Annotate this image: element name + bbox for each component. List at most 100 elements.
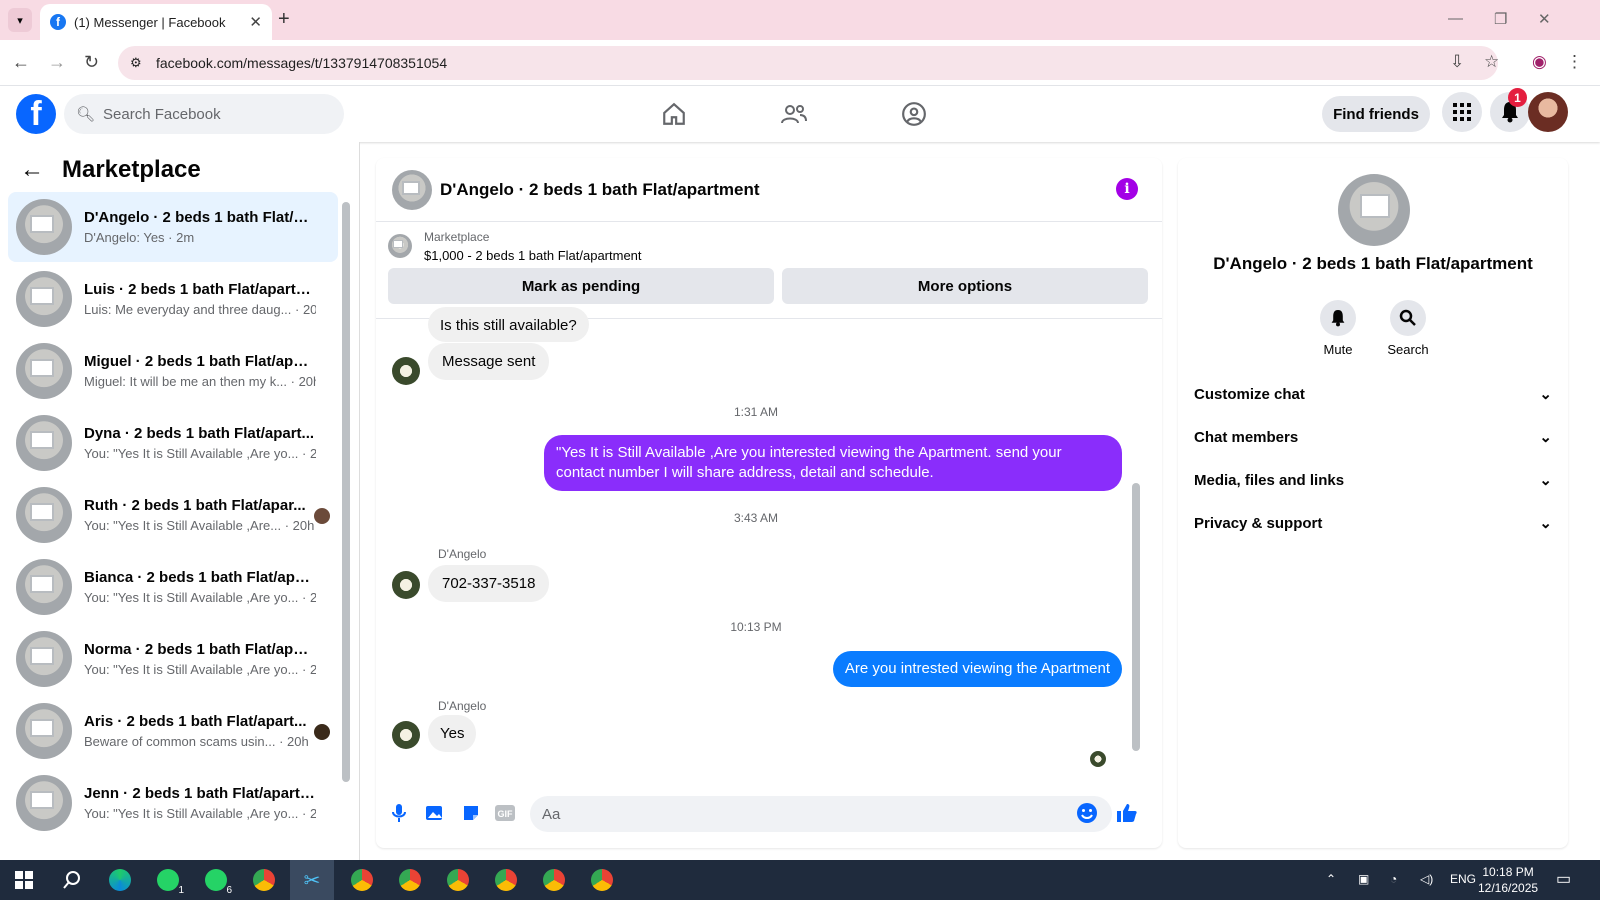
- microphone-icon[interactable]: [388, 802, 410, 824]
- conversation-item[interactable]: Bianca · 2 beds 1 bath Flat/apart... You:…: [8, 552, 338, 622]
- conversation-preview: You: "Yes It is Still Available ,Are yo.…: [84, 590, 316, 605]
- chrome-icon[interactable]: [540, 866, 568, 894]
- system-clock[interactable]: 10:18 PM 12/16/2025: [1478, 864, 1538, 896]
- facebook-logo[interactable]: f: [16, 94, 56, 134]
- profile-icon[interactable]: ◉: [1532, 52, 1547, 72]
- conversation-item[interactable]: Dyna · 2 beds 1 bath Flat/apart... You: "…: [8, 408, 338, 478]
- forward-icon[interactable]: →: [48, 52, 66, 73]
- listing-thumbnail: [16, 703, 72, 759]
- chrome-icon[interactable]: [492, 866, 520, 894]
- menu-kebab-icon[interactable]: ⋮: [1566, 52, 1583, 72]
- scrollbar[interactable]: [1132, 483, 1140, 751]
- minimize-icon[interactable]: —: [1448, 10, 1463, 27]
- marketplace-conversations-panel: ← Marketplace D'Angelo · 2 beds 1 bath F…: [0, 142, 360, 860]
- mute-button[interactable]: Mute: [1308, 300, 1368, 357]
- chrome-icon[interactable]: [588, 866, 616, 894]
- back-arrow-icon[interactable]: ←: [20, 156, 44, 184]
- chrome-icon[interactable]: [444, 866, 472, 894]
- info-icon[interactable]: i: [1116, 178, 1138, 200]
- url-field[interactable]: ⚙ facebook.com/messages/t/13379147083510…: [118, 46, 1498, 80]
- conversation-item[interactable]: Ruth · 2 beds 1 bath Flat/apar... You: "Y…: [8, 480, 338, 550]
- search-input[interactable]: 🔍︎ Search Facebook: [64, 94, 344, 134]
- listing-thumbnail[interactable]: [392, 169, 432, 210]
- install-app-icon[interactable]: ⇩: [1450, 52, 1464, 72]
- windows-start-icon[interactable]: [10, 866, 38, 894]
- conversation-name: Ruth · 2 beds 1 bath Flat/apar...: [84, 497, 306, 514]
- seen-avatar: [314, 724, 330, 740]
- chat-members-row[interactable]: Chat members ⌄: [1194, 417, 1552, 457]
- home-icon[interactable]: [656, 96, 692, 132]
- wifi-icon[interactable]: ◔: [1390, 872, 1397, 886]
- meet-now-icon[interactable]: ▣: [1358, 872, 1369, 886]
- gif-icon[interactable]: GIF: [494, 802, 516, 824]
- message-list: Is this still available? Message sent 1:…: [376, 307, 1162, 778]
- privacy-support-row[interactable]: Privacy & support ⌄: [1194, 503, 1552, 543]
- listing-price[interactable]: $1,000 - 2 beds 1 bath Flat/apartment: [424, 248, 642, 263]
- customize-chat-row[interactable]: Customize chat ⌄: [1194, 374, 1552, 414]
- bookmark-star-icon[interactable]: ☆: [1484, 52, 1499, 72]
- sender-name: D'Angelo: [438, 547, 487, 561]
- whatsapp-icon[interactable]: 6: [202, 866, 232, 896]
- search-conversation-button[interactable]: Search: [1378, 300, 1438, 357]
- listing-thumbnail: [16, 271, 72, 327]
- scrollbar[interactable]: [342, 202, 350, 782]
- new-tab-icon[interactable]: +: [278, 8, 290, 31]
- search-icon[interactable]: [58, 866, 86, 894]
- back-icon[interactable]: ←: [12, 52, 30, 73]
- message-bubble: Yes: [428, 715, 477, 752]
- chrome-icon[interactable]: [348, 866, 376, 894]
- message-input[interactable]: Aa: [530, 796, 1112, 832]
- groups-icon[interactable]: [896, 96, 932, 132]
- chevron-down-icon: ⌄: [1539, 429, 1552, 446]
- search-label: Search: [1387, 342, 1429, 357]
- friends-icon[interactable]: [776, 96, 812, 132]
- reload-icon[interactable]: ↻: [84, 52, 99, 73]
- seen-avatar: [314, 508, 330, 524]
- more-options-button[interactable]: More options: [782, 268, 1148, 304]
- sender-avatar: [392, 721, 420, 749]
- chrome-icon[interactable]: [396, 866, 424, 894]
- conversation-item[interactable]: Norma · 2 beds 1 bath Flat/apart... You: …: [8, 624, 338, 694]
- emoji-icon[interactable]: [1076, 802, 1098, 824]
- conversation-preview: You: "Yes It is Still Available ,Are yo.…: [84, 446, 316, 461]
- close-tab-icon[interactable]: ✕: [249, 13, 262, 31]
- row-label: Privacy & support: [1194, 514, 1323, 532]
- row-label: Chat members: [1194, 428, 1299, 446]
- site-info-icon[interactable]: ⚙: [130, 55, 142, 71]
- media-files-links-row[interactable]: Media, files and links ⌄: [1194, 460, 1552, 500]
- search-icon: 🔍︎: [76, 106, 96, 123]
- close-window-icon[interactable]: ✕: [1538, 10, 1551, 28]
- notification-center-icon[interactable]: ▭: [1556, 869, 1571, 889]
- chevron-down-icon: ⌄: [1539, 515, 1552, 532]
- conversation-item[interactable]: D'Angelo · 2 beds 1 bath Flat/ap... D'Ang…: [8, 192, 338, 262]
- whatsapp-icon[interactable]: 1: [154, 866, 184, 896]
- conversation-item[interactable]: Miguel · 2 beds 1 bath Flat/apart... Migu…: [8, 336, 338, 406]
- snipping-tool-icon[interactable]: ✂: [290, 860, 334, 900]
- tab-search-icon[interactable]: ▾: [8, 8, 32, 32]
- avatar[interactable]: [1528, 92, 1568, 132]
- chrome-icon[interactable]: [250, 866, 278, 894]
- find-friends-button[interactable]: Find friends: [1322, 96, 1430, 132]
- conversation-item[interactable]: Aris · 2 beds 1 bath Flat/apart... Beware…: [8, 696, 338, 766]
- browser-tab[interactable]: f (1) Messenger | Facebook ✕: [40, 4, 272, 40]
- like-thumbs-up-icon[interactable]: [1116, 802, 1138, 824]
- sticker-icon[interactable]: [460, 802, 482, 824]
- show-hidden-icons-icon[interactable]: ⌃: [1326, 872, 1336, 886]
- volume-icon[interactable]: ◁): [1420, 872, 1433, 886]
- message-bubble-outgoing: "Yes It is Still Available ,Are you inte…: [544, 435, 1122, 491]
- language-indicator[interactable]: ENG: [1450, 872, 1476, 886]
- edge-browser-icon[interactable]: [106, 866, 134, 894]
- conversation-name: Norma · 2 beds 1 bath Flat/apart...: [84, 641, 316, 658]
- mark-as-pending-button[interactable]: Mark as pending: [388, 268, 774, 304]
- restore-icon[interactable]: ❐: [1494, 10, 1507, 28]
- conversation-item[interactable]: Jenn · 2 beds 1 bath Flat/apartm... You: …: [8, 768, 338, 838]
- photo-icon[interactable]: [424, 802, 446, 824]
- conversation-item[interactable]: Luis · 2 beds 1 bath Flat/apartme... Luis…: [8, 264, 338, 334]
- listing-label: Marketplace: [424, 230, 490, 244]
- listing-thumbnail: [16, 343, 72, 399]
- clock-time: 10:18 PM: [1482, 865, 1534, 879]
- chat-title[interactable]: D'Angelo · 2 beds 1 bath Flat/apartment: [440, 180, 760, 200]
- chat-panel: D'Angelo · 2 beds 1 bath Flat/apartment …: [376, 158, 1162, 848]
- menu-grid-icon[interactable]: [1442, 92, 1482, 132]
- row-label: Media, files and links: [1194, 471, 1345, 489]
